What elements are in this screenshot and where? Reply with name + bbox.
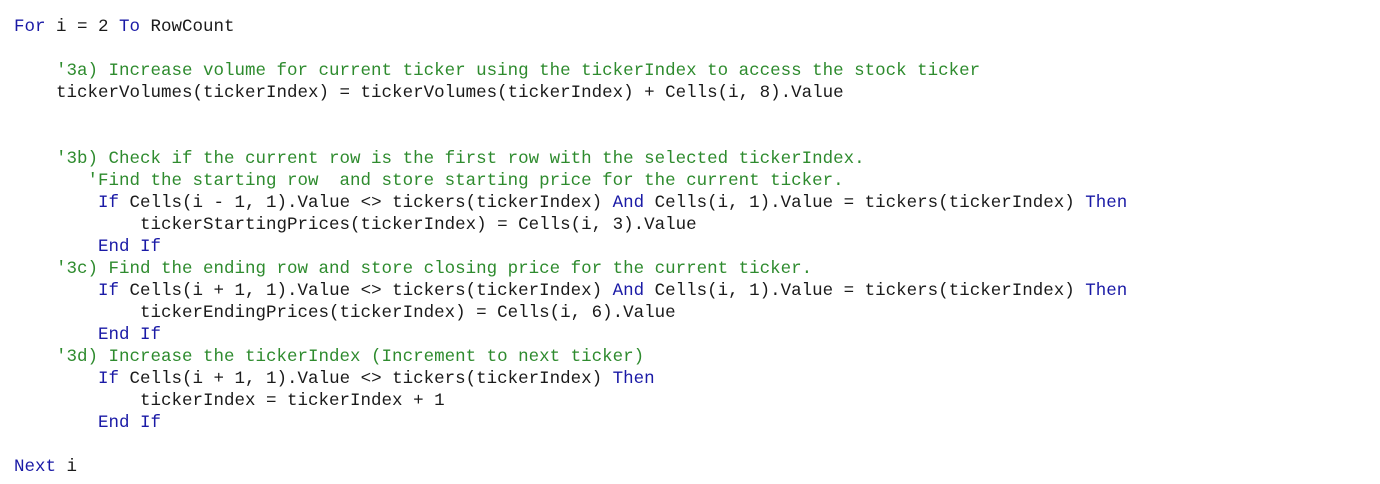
code-line: tickerStartingPrices(tickerIndex) = Cell… — [14, 214, 1127, 236]
code-line: If Cells(i - 1, 1).Value <> tickers(tick… — [14, 192, 1127, 214]
keyword-token: Next — [14, 457, 57, 477]
keyword-token: And — [612, 281, 645, 301]
code-token: i = 2 — [45, 17, 120, 37]
comment-token: '3b) Check if the current row is the fir… — [14, 149, 865, 169]
keyword-token: Then — [1085, 193, 1128, 213]
keyword-token: To — [119, 17, 141, 37]
keyword-token: End If — [98, 413, 162, 433]
code-token: tickerVolumes(tickerIndex) = tickerVolum… — [14, 83, 844, 103]
code-line: '3a) Increase volume for current ticker … — [14, 60, 1127, 82]
code-token: i — [56, 457, 78, 477]
code-line: 'Find the starting row and store startin… — [14, 170, 1127, 192]
code-token: Cells(i + 1, 1).Value <> tickers(tickerI… — [119, 281, 613, 301]
code-token: Cells(i, 1).Value = tickers(tickerIndex) — [644, 281, 1086, 301]
code-line: If Cells(i + 1, 1).Value <> tickers(tick… — [14, 368, 1127, 390]
code-token: tickerIndex = tickerIndex + 1 — [14, 391, 445, 411]
code-line: If Cells(i + 1, 1).Value <> tickers(tick… — [14, 280, 1127, 302]
keyword-token: If — [98, 369, 120, 389]
code-token: tickerEndingPrices(tickerIndex) = Cells(… — [14, 303, 676, 323]
code-line: End If — [14, 236, 1127, 258]
keyword-token: End If — [98, 237, 162, 257]
code-line: End If — [14, 324, 1127, 346]
code-line: '3c) Find the ending row and store closi… — [14, 258, 1127, 280]
code-line: For i = 2 To RowCount — [14, 16, 1127, 38]
keyword-token: Then — [1085, 281, 1128, 301]
code-line: tickerVolumes(tickerIndex) = tickerVolum… — [14, 82, 1127, 104]
keyword-token: If — [98, 193, 120, 213]
comment-token: 'Find the starting row and store startin… — [14, 171, 844, 191]
code-line: Next i — [14, 456, 1127, 478]
comment-token: '3c) Find the ending row and store closi… — [14, 259, 813, 279]
keyword-token: Then — [612, 369, 655, 389]
code-token: RowCount — [140, 17, 235, 37]
code-line: '3b) Check if the current row is the fir… — [14, 148, 1127, 170]
code-token: Cells(i, 1).Value = tickers(tickerIndex) — [644, 193, 1086, 213]
code-line: '3d) Increase the tickerIndex (Increment… — [14, 346, 1127, 368]
keyword-token: If — [98, 281, 120, 301]
keyword-token: For — [14, 17, 46, 37]
keyword-token: And — [612, 193, 645, 213]
code-line: tickerEndingPrices(tickerIndex) = Cells(… — [14, 302, 1127, 324]
code-line: tickerIndex = tickerIndex + 1 — [14, 390, 1127, 412]
code-token: Cells(i - 1, 1).Value <> tickers(tickerI… — [119, 193, 613, 213]
keyword-token: End If — [98, 325, 162, 345]
code-view: For i = 2 To RowCount '3a) Increase volu… — [14, 16, 1127, 478]
code-line: End If — [14, 412, 1127, 434]
code-token: Cells(i + 1, 1).Value <> tickers(tickerI… — [119, 369, 613, 389]
code-token: tickerStartingPrices(tickerIndex) = Cell… — [14, 215, 697, 235]
comment-token: '3a) Increase volume for current ticker … — [14, 61, 981, 81]
comment-token: '3d) Increase the tickerIndex (Increment… — [14, 347, 645, 367]
